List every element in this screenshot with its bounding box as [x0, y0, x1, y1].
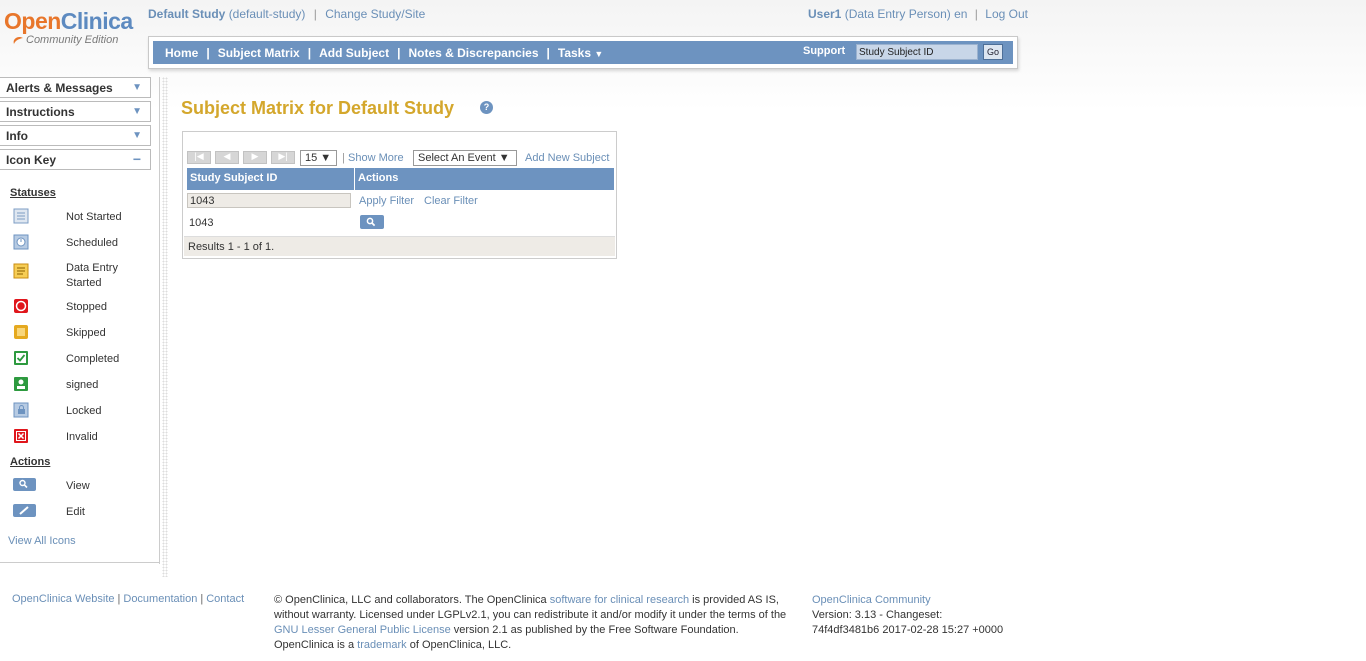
- logout-link[interactable]: Log Out: [985, 7, 1028, 21]
- results-summary: Results 1 - 1 of 1.: [184, 236, 615, 256]
- column-actions: Actions: [358, 172, 399, 184]
- lgpl-link[interactable]: GNU Lesser General Public License: [274, 624, 451, 636]
- panel-icon-key[interactable]: Icon Key −: [0, 149, 151, 170]
- sidebar-dotted-border: [162, 77, 168, 577]
- footer-website-link[interactable]: OpenClinica Website: [12, 593, 115, 605]
- prev-page-button[interactable]: ◀: [215, 151, 239, 164]
- search-go-button[interactable]: Go: [983, 44, 1003, 60]
- page-title: Subject Matrix for Default Study: [181, 98, 455, 118]
- add-new-subject-link[interactable]: Add New Subject: [525, 152, 609, 164]
- show-more-link[interactable]: Show More: [348, 152, 404, 164]
- skipped-icon: [14, 325, 28, 339]
- community-link[interactable]: OpenClinica Community: [812, 594, 931, 606]
- current-study: Default Study (default-study) | Change S…: [148, 7, 426, 21]
- change-study-link[interactable]: Change Study/Site: [325, 7, 425, 21]
- study-name: Default Study: [148, 7, 226, 21]
- key-completed: Completed: [12, 350, 152, 374]
- statuses-heading: Statuses: [10, 187, 56, 199]
- edit-icon: [13, 504, 36, 517]
- key-not-started: Not Started: [12, 208, 152, 232]
- invalid-icon: [14, 429, 28, 443]
- key-skipped: Skipped: [12, 324, 152, 348]
- stopped-icon: [14, 299, 28, 313]
- nav-support[interactable]: Support: [803, 45, 845, 57]
- chevron-down-icon: ▼: [594, 48, 604, 59]
- key-view: View: [12, 477, 152, 501]
- trademark-link[interactable]: trademark: [357, 639, 407, 651]
- logo-wordmark: OpenClinica: [4, 8, 133, 34]
- main-navigation: Home | Subject Matrix | Add Subject | No…: [148, 36, 1018, 69]
- clear-filter-link[interactable]: Clear Filter: [424, 195, 478, 207]
- view-icon: [13, 478, 36, 491]
- locked-icon: [13, 402, 29, 418]
- apply-filter-link[interactable]: Apply Filter: [359, 195, 414, 207]
- last-page-button[interactable]: ▶|: [271, 151, 295, 164]
- nav-home[interactable]: Home: [153, 46, 206, 60]
- expand-arrow-icon: ▼: [132, 106, 142, 117]
- nav-bar: Home | Subject Matrix | Add Subject | No…: [153, 41, 1013, 64]
- column-divider: [354, 168, 355, 190]
- view-subject-button[interactable]: [360, 215, 384, 229]
- page-size-select[interactable]: 15 ▼: [300, 150, 337, 166]
- software-link[interactable]: software for clinical research: [550, 594, 689, 606]
- study-id: (default-study): [228, 7, 306, 21]
- expand-arrow-icon: ▼: [132, 130, 142, 141]
- magnifier-icon: [366, 217, 376, 227]
- key-scheduled: Scheduled: [12, 234, 152, 258]
- table-row-subject-id: 1043: [189, 217, 214, 229]
- key-locked: Locked: [12, 402, 152, 426]
- actions-heading: Actions: [10, 456, 51, 468]
- nav-add-subject[interactable]: Add Subject: [311, 46, 397, 60]
- user-info: User1 (Data Entry Person) en | Log Out: [808, 7, 1028, 21]
- key-data-entry-started: Data Entry Started: [12, 260, 152, 289]
- key-invalid: Invalid: [12, 428, 152, 452]
- subject-matrix-table: |◀ ◀ ▶ ▶| 15 ▼ | Show More Select An Eve…: [182, 131, 617, 259]
- key-stopped: Stopped: [12, 298, 152, 322]
- table-header: Study Subject ID Actions: [187, 168, 614, 190]
- logo-edition: Community Edition: [4, 34, 144, 46]
- data-entry-started-icon: [13, 263, 29, 279]
- user-role: (Data Entry Person): [844, 7, 951, 21]
- nav-tasks[interactable]: Tasks ▼: [550, 46, 611, 60]
- footer-documentation-link[interactable]: Documentation: [123, 593, 197, 605]
- collapse-icon: −: [132, 151, 141, 167]
- panel-info[interactable]: Info ▼: [0, 125, 151, 146]
- table-toolbar: |◀ ◀ ▶ ▶| 15 ▼ | Show More Select An Eve…: [187, 150, 615, 166]
- swoosh-icon: [13, 36, 23, 44]
- key-edit: Edit: [12, 503, 152, 527]
- panel-alerts-messages[interactable]: Alerts & Messages ▼: [0, 77, 151, 98]
- not-started-icon: [13, 208, 29, 224]
- first-page-icon: |◀: [194, 151, 204, 161]
- footer-links: OpenClinica Website | Documentation | Contac…: [12, 593, 245, 605]
- footer-legal-text: © OpenClinica, LLC and collaborators. Th…: [274, 594, 787, 651]
- panel-instructions[interactable]: Instructions ▼: [0, 101, 151, 122]
- prev-page-icon: ◀: [223, 151, 231, 161]
- help-icon[interactable]: ?: [480, 101, 493, 114]
- language-link[interactable]: en: [954, 7, 967, 21]
- openclinica-logo[interactable]: OpenClinica Community Edition: [4, 8, 144, 56]
- footer-contact-link[interactable]: Contact: [206, 593, 244, 605]
- column-study-subject-id[interactable]: Study Subject ID: [190, 172, 277, 184]
- next-page-button[interactable]: ▶: [243, 151, 267, 164]
- user-name[interactable]: User1: [808, 7, 841, 21]
- signed-icon: [14, 377, 28, 391]
- footer-version: OpenClinica Community Version: 3.13 - Ch…: [812, 594, 1004, 636]
- nav-subject-matrix[interactable]: Subject Matrix: [210, 46, 308, 60]
- last-page-icon: ▶|: [278, 151, 288, 161]
- nav-notes-discrepancies[interactable]: Notes & Discrepancies: [400, 46, 546, 60]
- sidebar-divider: [0, 562, 160, 563]
- scheduled-icon: [13, 234, 29, 250]
- completed-icon: [14, 351, 28, 365]
- view-all-icons-link[interactable]: View All Icons: [8, 535, 76, 547]
- key-signed: signed: [12, 376, 152, 400]
- first-page-button[interactable]: |◀: [187, 151, 211, 164]
- next-page-icon: ▶: [251, 151, 259, 161]
- study-subject-search-input[interactable]: [856, 44, 978, 60]
- subject-id-filter[interactable]: 1043: [187, 193, 351, 208]
- select-event-dropdown[interactable]: Select An Event ▼: [413, 150, 517, 166]
- expand-arrow-icon: ▼: [132, 82, 142, 93]
